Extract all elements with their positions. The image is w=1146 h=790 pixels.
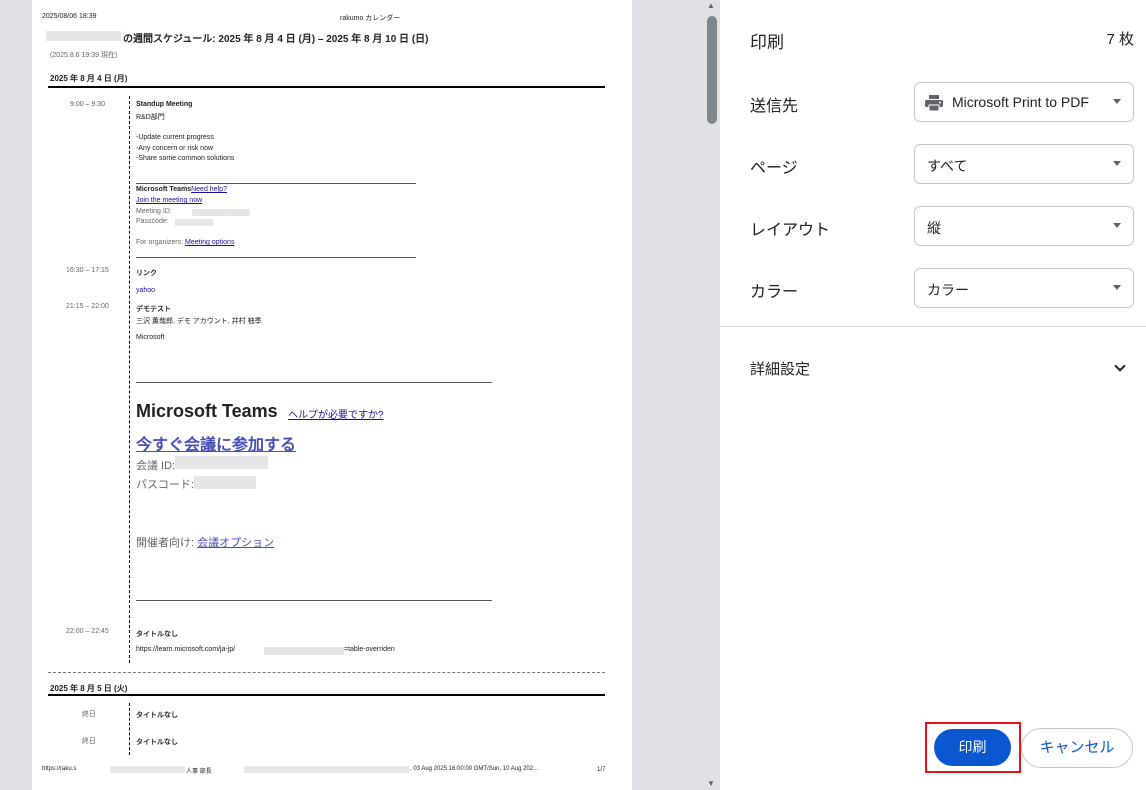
preview-page: 2025/08/06 18:39 rakumo カレンダー の週間スケジュール:…: [32, 0, 632, 790]
printer-icon: [925, 95, 943, 111]
teams-label: Microsoft Teams: [136, 186, 192, 193]
scroll-thumb[interactable]: [707, 16, 717, 124]
sheet-count: 7 枚: [1106, 31, 1134, 48]
print-settings-panel: 印刷 7 枚 送信先 Microsoft Print to PDF ページ すべ…: [720, 0, 1146, 790]
event-time: 21:15 – 22:00: [66, 303, 109, 310]
app-name: rakumo カレンダー: [340, 15, 401, 22]
event-dept: R&D部門: [136, 114, 165, 121]
as-of-text: (2025.8.6 19:39 現在): [50, 52, 118, 59]
agenda-line: -Share some common solutions: [136, 155, 235, 162]
dropdown-caret-icon: [1113, 285, 1121, 290]
pages-value: すべて: [927, 158, 968, 174]
event-attendees: 三沢 薫哉郎, デモ アカウント, 井村 柚季: [136, 318, 262, 325]
day-heading: 2025 年 8 月 5 日 (火): [50, 684, 128, 693]
redacted-footer: [244, 766, 409, 773]
organizers-label: 開催者向け:: [136, 537, 198, 549]
day-divider: [48, 86, 605, 88]
panel-title: 印刷: [750, 33, 784, 52]
join-meeting-link[interactable]: Join the meeting now: [136, 197, 202, 204]
teams-heading: Microsoft Teams: [136, 401, 278, 421]
chevron-down-icon[interactable]: [1114, 360, 1126, 372]
meeting-options-link[interactable]: Meeting options: [185, 239, 234, 246]
pages-label: ページ: [750, 160, 798, 177]
event-title: タイトルなし: [136, 631, 178, 638]
destination-select[interactable]: Microsoft Print to PDF: [914, 82, 1134, 122]
event-title: Standup Meeting: [136, 101, 193, 108]
organizers-label: For organizers:: [136, 239, 186, 246]
layout-value: 縦: [927, 220, 941, 236]
event-title: タイトルなし: [136, 739, 178, 746]
separator: [136, 600, 492, 601]
separator: [136, 257, 416, 258]
separator: [136, 382, 492, 383]
footer-page-number: 1/7: [597, 767, 606, 773]
footer-url: https://raku.s: [42, 766, 77, 772]
meeting-id-label: 会議 ID:: [136, 460, 176, 472]
layout-label: レイアウト: [750, 222, 831, 239]
footer-dates: , 03 Aug 2025 16:00:00 GMT/Sun, 10 Aug 2…: [410, 766, 539, 772]
join-meeting-big-link[interactable]: 今すぐ会議に参加する: [136, 431, 296, 455]
more-settings-toggle[interactable]: 詳細設定: [750, 358, 810, 379]
color-label: カラー: [750, 284, 799, 301]
event-time: 9:00 – 9:30: [70, 101, 106, 108]
event-time: 22:00 – 22:45: [66, 628, 109, 635]
redacted-name: [46, 31, 121, 41]
dropdown-caret-icon: [1113, 99, 1121, 104]
redacted-meeting-id: [175, 456, 268, 469]
panel-divider: [720, 326, 1146, 327]
redacted-passcode: [194, 476, 256, 489]
preview-scrollbar[interactable]: ▲ ▼: [704, 0, 720, 790]
print-datetime: 2025/08/06 18:39: [42, 13, 97, 20]
passcode-label: パスコード:: [136, 479, 195, 491]
event-url-end: =table-overriden: [344, 646, 395, 653]
meeting-options-link[interactable]: 会議オプション: [197, 537, 274, 549]
event-title: タイトルなし: [136, 712, 178, 719]
redacted-footer: [110, 766, 185, 773]
day-heading: 2025 年 8 月 4 日 (月): [50, 74, 128, 83]
agenda-line: -Update current progress: [136, 134, 214, 141]
yahoo-link[interactable]: yahoo: [136, 287, 155, 294]
day-end-divider: [48, 672, 605, 673]
need-help-link[interactable]: Need help?: [191, 186, 227, 193]
redacted-passcode: [175, 219, 213, 226]
color-value: カラー: [927, 282, 969, 298]
timeline-line: [129, 96, 130, 663]
separator: [136, 183, 416, 184]
layout-select[interactable]: 縦: [914, 206, 1134, 246]
redacted-meeting-id: [192, 209, 250, 216]
dropdown-caret-icon: [1113, 223, 1121, 228]
passcode-label: Passcode:: [136, 218, 169, 225]
agenda-line: -Any concern or risk now: [136, 145, 214, 152]
meeting-id-label: Meeting ID:: [136, 208, 172, 215]
destination-label: 送信先: [750, 98, 799, 115]
organizers-line: 開催者向け: 会議オプション: [136, 534, 274, 550]
event-org: Microsoft: [136, 334, 165, 341]
event-title: デモテスト: [136, 306, 171, 313]
footer-mid: 人事 部長: [186, 769, 212, 775]
event-title: リンク: [136, 270, 157, 277]
scroll-down-icon[interactable]: ▼: [707, 779, 715, 789]
event-time: 終日: [82, 738, 96, 745]
destination-value: Microsoft Print to PDF: [952, 94, 1089, 110]
print-button[interactable]: 印刷: [934, 729, 1011, 766]
dropdown-caret-icon: [1113, 161, 1121, 166]
color-select[interactable]: カラー: [914, 268, 1134, 308]
redacted-url: [264, 647, 344, 655]
day-divider: [48, 694, 605, 696]
teams-line: Microsoft TeamsNeed help?: [136, 186, 227, 193]
pages-select[interactable]: すべて: [914, 144, 1134, 184]
scroll-up-icon[interactable]: ▲: [707, 1, 715, 11]
event-time: 終日: [82, 711, 96, 718]
print-preview-area: 2025/08/06 18:39 rakumo カレンダー の週間スケジュール:…: [0, 0, 720, 790]
organizers-line: For organizers: Meeting options: [136, 239, 234, 246]
timeline-line: [129, 703, 130, 755]
cancel-button[interactable]: キャンセル: [1021, 728, 1133, 768]
help-link[interactable]: ヘルプが必要ですか?: [288, 406, 384, 421]
event-url-start: https://learn.microsoft.com/ja-jp/: [136, 646, 236, 653]
event-time: 16:30 – 17:15: [66, 267, 109, 274]
doc-title: の週間スケジュール: 2025 年 8 月 4 日 (月) – 2025 年 8…: [123, 34, 429, 45]
